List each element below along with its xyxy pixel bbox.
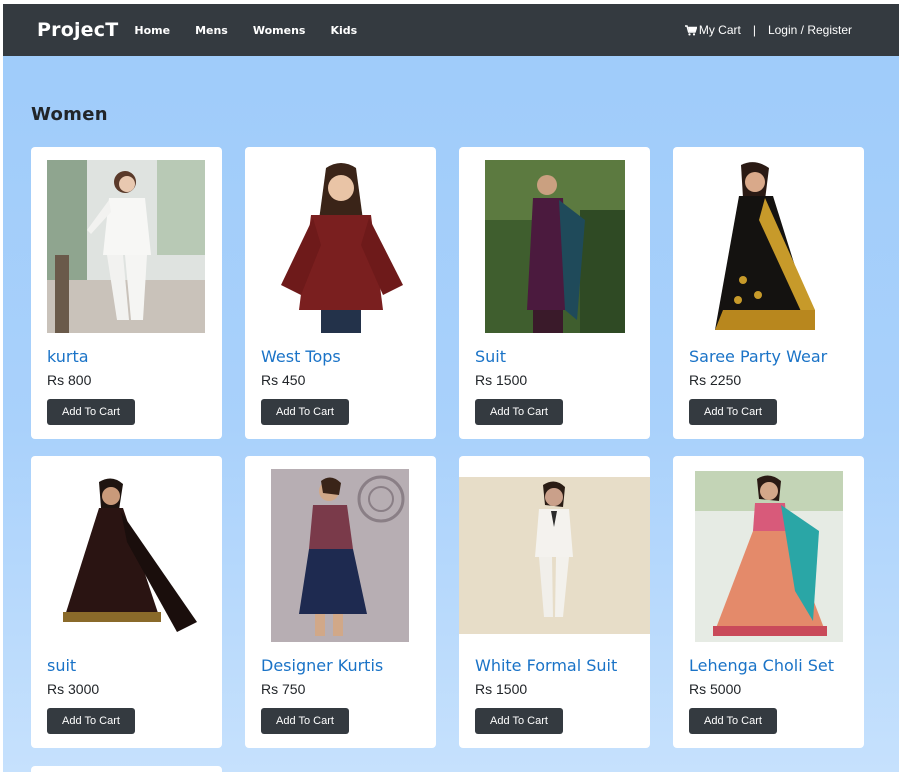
page-frame: ProjecT Home Mens Womens Kids My Cart | … xyxy=(3,4,899,772)
add-to-cart-button[interactable]: Add To Cart xyxy=(475,399,563,425)
nav-link-womens[interactable]: Womens xyxy=(253,24,306,37)
product-name[interactable]: Designer Kurtis xyxy=(261,656,383,675)
add-to-cart-button[interactable]: Add To Cart xyxy=(47,708,135,734)
my-cart-label: My Cart xyxy=(698,23,741,37)
product-name[interactable]: Lehenga Choli Set xyxy=(689,656,834,675)
product-price: Rs 1500 xyxy=(475,681,528,697)
product-name[interactable]: Saree Party Wear xyxy=(689,347,827,366)
product-price: Rs 450 xyxy=(261,372,306,388)
add-to-cart-button[interactable]: Add To Cart xyxy=(47,399,135,425)
purple-suit-image xyxy=(485,160,625,333)
blue-kurti-image xyxy=(271,469,409,642)
product-card: Designer Kurtis Rs 750 Add To Cart xyxy=(245,456,436,748)
product-price: Rs 3000 xyxy=(47,681,100,697)
product-name[interactable]: suit xyxy=(47,656,76,675)
nav-links: Home Mens Womens Kids xyxy=(134,24,382,37)
lehenga-image xyxy=(695,471,843,642)
product-card: kurta Rs 800 Add To Cart xyxy=(31,147,222,439)
product-card: Saree Party Wear Rs 2250 Add To Cart xyxy=(673,147,864,439)
white-formal-suit-image xyxy=(459,477,650,634)
product-name[interactable]: Suit xyxy=(475,347,506,366)
nav-link-kids[interactable]: Kids xyxy=(330,24,357,37)
add-to-cart-button[interactable]: Add To Cart xyxy=(261,399,349,425)
my-cart-link[interactable]: My Cart xyxy=(684,23,741,37)
product-price: Rs 800 xyxy=(47,372,92,388)
product-card-partial xyxy=(31,766,222,772)
add-to-cart-button[interactable]: Add To Cart xyxy=(261,708,349,734)
product-name[interactable]: White Formal Suit xyxy=(475,656,617,675)
product-price: Rs 5000 xyxy=(689,681,742,697)
product-card: White Formal Suit Rs 1500 Add To Cart xyxy=(459,456,650,748)
cart-icon xyxy=(684,24,697,35)
brand-logo[interactable]: ProjecT xyxy=(37,19,118,41)
black-gold-saree-image xyxy=(703,160,833,333)
nav-separator: | xyxy=(752,23,756,37)
nav-right: My Cart | Login / Register xyxy=(684,4,852,56)
product-card: Lehenga Choli Set Rs 5000 Add To Cart xyxy=(673,456,864,748)
black-anarkali-image xyxy=(57,472,207,642)
product-price: Rs 2250 xyxy=(689,372,742,388)
product-card: West Tops Rs 450 Add To Cart xyxy=(245,147,436,439)
product-card: suit Rs 3000 Add To Cart xyxy=(31,456,222,748)
product-price: Rs 750 xyxy=(261,681,306,697)
add-to-cart-button[interactable]: Add To Cart xyxy=(689,708,777,734)
white-pant-suit-image xyxy=(47,160,205,333)
maroon-top-image xyxy=(261,160,421,333)
section-title: Women xyxy=(31,104,108,125)
nav-link-home[interactable]: Home xyxy=(134,24,170,37)
nav-link-mens[interactable]: Mens xyxy=(195,24,228,37)
add-to-cart-button[interactable]: Add To Cart xyxy=(689,399,777,425)
login-register-link[interactable]: Login / Register xyxy=(768,23,852,37)
product-price: Rs 1500 xyxy=(475,372,528,388)
product-name[interactable]: West Tops xyxy=(261,347,341,366)
product-name[interactable]: kurta xyxy=(47,347,89,366)
product-card: Suit Rs 1500 Add To Cart xyxy=(459,147,650,439)
add-to-cart-button[interactable]: Add To Cart xyxy=(475,708,563,734)
navbar: ProjecT Home Mens Womens Kids My Cart | … xyxy=(3,4,899,56)
